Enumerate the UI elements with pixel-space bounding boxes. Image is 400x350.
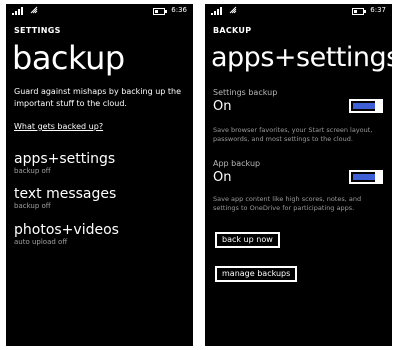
- battery-icon: [352, 8, 366, 15]
- signal-strength-icon: [211, 7, 225, 15]
- toggle-knob: [375, 99, 381, 113]
- signal-strength-icon: [12, 7, 26, 15]
- status-time: 6:37: [370, 6, 386, 14]
- settings-backup-description: Save browser favorites, your Start scree…: [213, 126, 373, 143]
- list-item-subtitle: backup off: [14, 167, 51, 175]
- status-bar: 6:37: [205, 4, 392, 20]
- manage-backups-button[interactable]: manage backups: [215, 266, 298, 282]
- list-item-subtitle: backup off: [14, 202, 51, 210]
- app-backup-state: On: [213, 170, 232, 185]
- app-backup-toggle[interactable]: [349, 170, 383, 184]
- list-item-text-messages[interactable]: text messages backup off: [14, 186, 189, 211]
- toggle-knob: [375, 170, 381, 184]
- list-item-title: photos+videos: [14, 222, 119, 238]
- settings-backup-toggle[interactable]: [349, 99, 383, 113]
- list-item-title: apps+settings: [14, 151, 116, 167]
- what-gets-backed-up-link[interactable]: What gets backed up?: [14, 122, 103, 131]
- app-label: SETTINGS: [14, 26, 61, 35]
- page-description: Guard against mishaps by backing up the …: [14, 87, 182, 108]
- page-title: apps+settings: [211, 42, 392, 73]
- settings-backup-label: Settings backup: [213, 88, 278, 97]
- app-backup-label: App backup: [213, 159, 261, 168]
- list-item-apps-settings[interactable]: apps+settings backup off: [14, 151, 189, 176]
- list-item-photos-videos[interactable]: photos+videos auto upload off: [14, 222, 189, 247]
- wifi-icon: [229, 6, 237, 14]
- status-bar: 6:36: [6, 4, 193, 20]
- list-item-subtitle: auto upload off: [14, 238, 68, 246]
- app-backup-description: Save app content like high scores, notes…: [213, 195, 362, 212]
- app-label: BACKUP: [213, 26, 252, 35]
- settings-backup-state: On: [213, 99, 232, 114]
- status-time: 6:36: [171, 6, 187, 14]
- backup-settings-screen: 6:36 SETTINGS backup Guard against misha…: [6, 4, 193, 346]
- back-up-now-button[interactable]: back up now: [215, 232, 280, 248]
- wifi-icon: [30, 6, 38, 14]
- battery-icon: [153, 8, 167, 15]
- page-title: backup: [12, 39, 125, 77]
- list-item-title: text messages: [14, 186, 117, 202]
- apps-settings-backup-screen: 6:37 BACKUP apps+settings Settings backu…: [205, 4, 392, 346]
- toggle-fill: [353, 174, 377, 180]
- toggle-fill: [353, 103, 377, 109]
